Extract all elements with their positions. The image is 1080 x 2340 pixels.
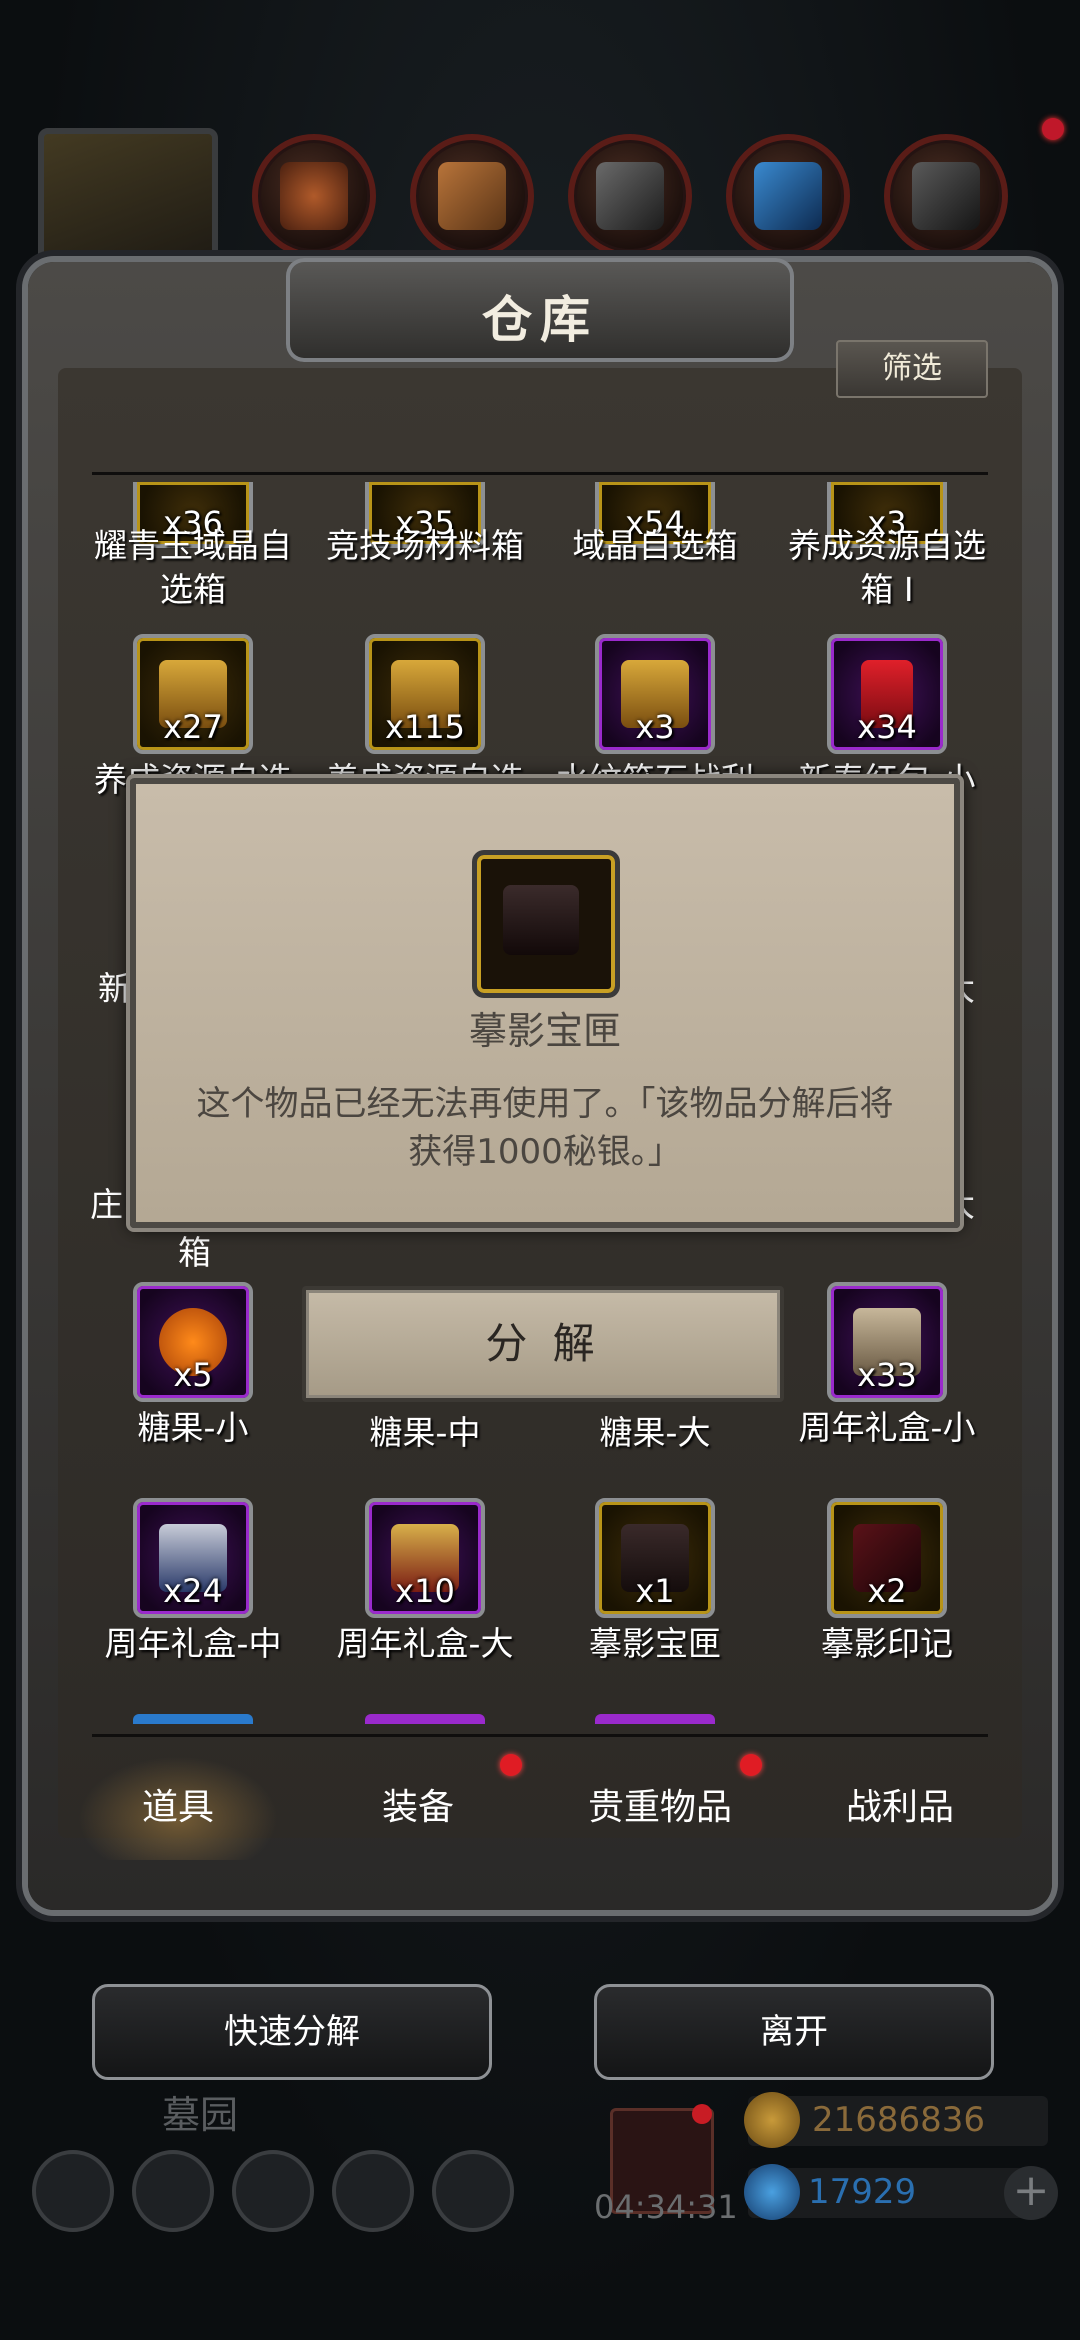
shadow-chest-icon: [472, 850, 620, 998]
item-slot[interactable]: x1 摹影宝匣: [540, 1498, 770, 1698]
item-icon-frame: x115: [365, 634, 485, 754]
item-slot-partial: [133, 1714, 253, 1724]
quest-icon[interactable]: [232, 2150, 314, 2232]
item-count: x27: [163, 708, 223, 746]
item-count: x1: [635, 1572, 675, 1610]
item-slot[interactable]: x3 养成资源自选箱 I: [772, 424, 1002, 624]
item-name: 糖果-中: [369, 1413, 481, 1452]
item-name: 养成资源自选箱 I: [788, 526, 986, 609]
tab-badge: [740, 1754, 762, 1776]
item-count: x115: [384, 708, 465, 746]
warehouse-title: 仓库: [482, 290, 598, 349]
item-name: 摹影印记: [821, 1624, 953, 1663]
item-count: x24: [163, 1572, 223, 1610]
filter-button[interactable]: 筛选: [836, 340, 988, 398]
popup-item-name: 摹影宝匣: [468, 1009, 621, 1053]
item-slot[interactable]: x10 周年礼盒-大: [310, 1498, 540, 1698]
item-name: 周年礼盒-中: [104, 1624, 282, 1663]
item-name: 周年礼盒-大: [336, 1624, 514, 1663]
tab-items[interactable]: 道具: [78, 1756, 278, 1860]
warehouse-title-plate: 仓库: [286, 258, 794, 362]
gold-coin-icon: [744, 2092, 800, 2148]
resource-wood-icon: [410, 134, 534, 258]
decompose-button[interactable]: 分 解: [302, 1286, 784, 1402]
tab-equipment[interactable]: 装备: [318, 1756, 518, 1860]
item-slot[interactable]: x54 域晶自选箱: [540, 424, 770, 624]
item-detail-popup: 摹影宝匣 这个物品已经无法再使用了。「该物品分解后将获得1000秘银。」: [130, 778, 960, 1228]
popup-description: 这个物品已经无法再使用了。「该物品分解后将获得1000秘银。」: [196, 1084, 894, 1172]
gem-icon: [744, 2164, 800, 2220]
divider: [92, 1734, 988, 1737]
mail-icon[interactable]: [332, 2150, 414, 2232]
item-name: 竞技场材料箱: [326, 526, 524, 565]
item-slot[interactable]: x5 糖果-小: [78, 1282, 308, 1482]
notification-dot: [692, 2104, 712, 2124]
resource-meat-icon: [252, 134, 376, 258]
item-name: 糖果-小: [137, 1408, 249, 1447]
item-icon-frame: x34: [827, 634, 947, 754]
item-slot-partial: [595, 1714, 715, 1724]
item-count: x10: [395, 1572, 455, 1610]
resource-iron-icon: [568, 134, 692, 258]
item-slot[interactable]: x2 摹影印记: [772, 1498, 1002, 1698]
tools-icon[interactable]: [432, 2150, 514, 2232]
item-name-partial: 箱: [178, 1233, 211, 1272]
item-count: x34: [857, 708, 917, 746]
gold-amount: 21686836: [812, 2100, 986, 2140]
item-slot[interactable]: x36 耀青玉域晶自选箱: [78, 424, 308, 624]
item-icon-frame: x3: [595, 634, 715, 754]
tab-badge: [500, 1754, 522, 1776]
gem-amount: 17929: [808, 2172, 917, 2212]
item-slot-partial: [365, 1714, 485, 1724]
achievement-icon[interactable]: [132, 2150, 214, 2232]
gift-timer: 04:34:31: [594, 2188, 738, 2226]
item-name: 周年礼盒-小: [798, 1408, 976, 1447]
item-icon-frame: x5: [133, 1282, 253, 1402]
notification-dot: [1042, 118, 1064, 140]
item-icon-frame: x1: [595, 1498, 715, 1618]
item-slot[interactable]: x35 竞技场材料箱: [310, 424, 540, 624]
item-name-partial: 庄: [90, 1185, 123, 1224]
item-icon-frame: x2: [827, 1498, 947, 1618]
item-count: x3: [635, 708, 675, 746]
item-icon-frame: x10: [365, 1498, 485, 1618]
item-icon-frame: x24: [133, 1498, 253, 1618]
quick-decompose-button[interactable]: 快速分解: [92, 1984, 492, 2080]
item-name-partial: 新: [98, 969, 131, 1008]
item-slot[interactable]: x33 周年礼盒-小: [772, 1282, 1002, 1482]
item-icon-frame: x27: [133, 634, 253, 754]
tab-valuables[interactable]: 贵重物品: [560, 1756, 760, 1860]
item-count: x2: [867, 1572, 907, 1610]
resource-crystal-icon: [726, 134, 850, 258]
item-count: x5: [173, 1356, 213, 1394]
tab-loot[interactable]: 战利品: [800, 1756, 1000, 1860]
settings-icon[interactable]: [32, 2150, 114, 2232]
item-name: 糖果-大: [599, 1413, 711, 1452]
item-name: 耀青玉域晶自选箱: [94, 526, 292, 609]
item-count: x33: [857, 1356, 917, 1394]
add-currency-icon[interactable]: +: [1004, 2166, 1058, 2220]
item-name: 摹影宝匣: [589, 1624, 721, 1663]
area-name: 墓园: [162, 2093, 239, 2137]
resource-stone-icon: [884, 134, 1008, 258]
item-name: 域晶自选箱: [572, 526, 738, 565]
item-slot[interactable]: x24 周年礼盒-中: [78, 1498, 308, 1698]
leave-button[interactable]: 离开: [594, 1984, 994, 2080]
item-icon-frame: x33: [827, 1282, 947, 1402]
